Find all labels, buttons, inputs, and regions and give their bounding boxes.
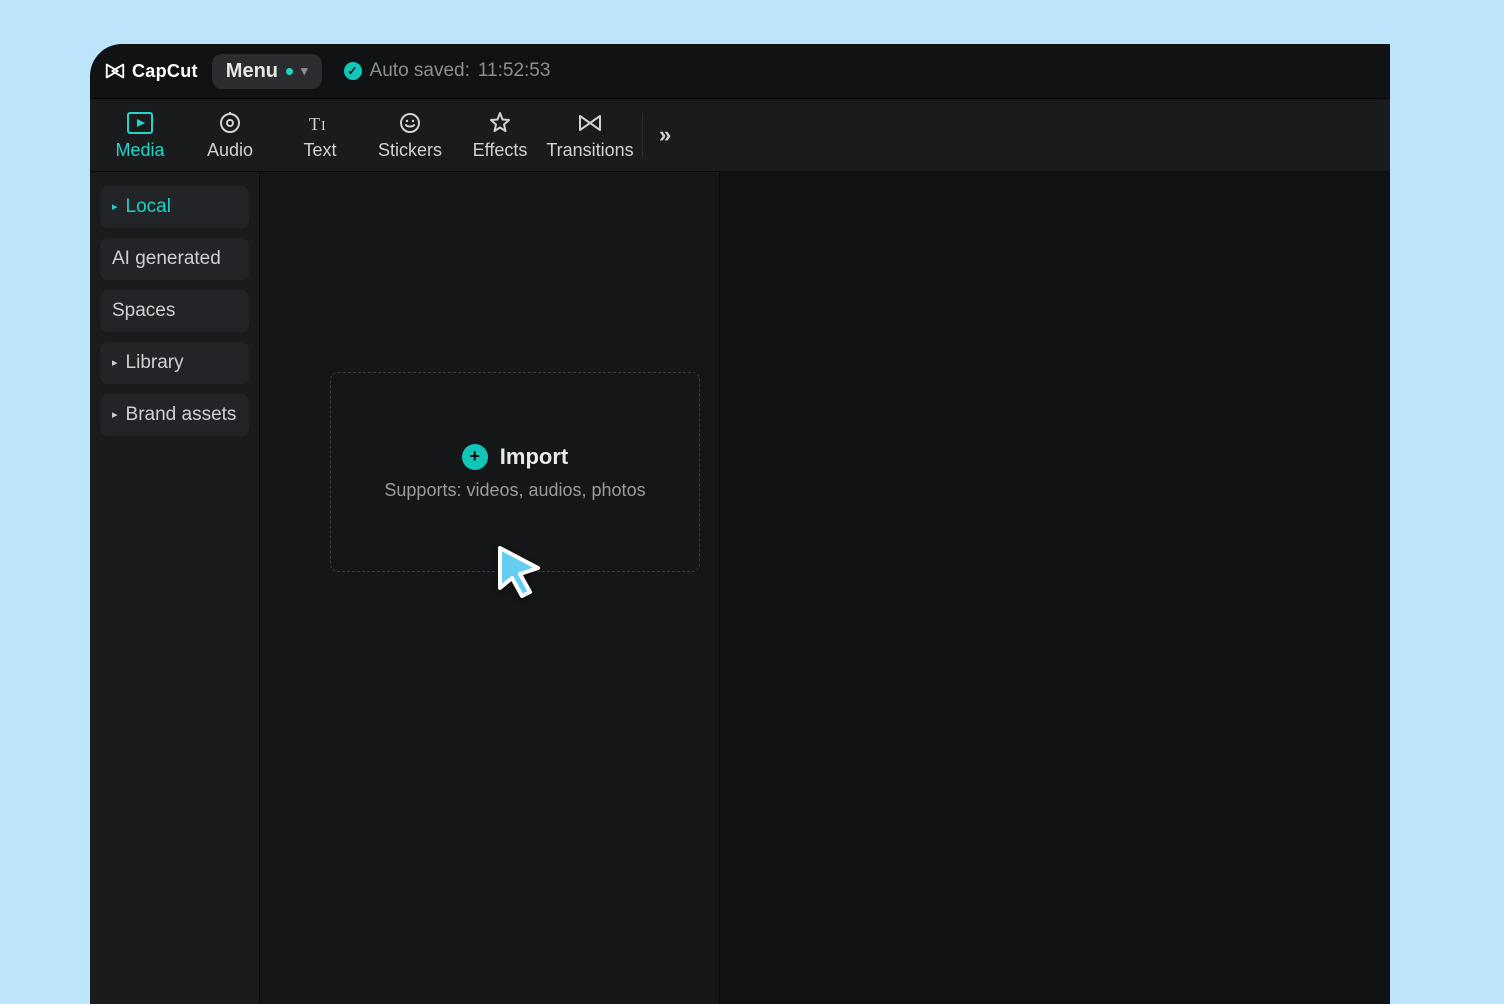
tab-label: Text [303, 140, 336, 161]
plus-icon: + [462, 444, 488, 470]
app-name: CapCut [132, 61, 198, 82]
sidebar-item-ai-generated[interactable]: AI generated [100, 238, 249, 280]
sidebar-item-local[interactable]: ▸ Local [100, 186, 249, 228]
toolbar-separator [642, 113, 643, 157]
caret-right-icon: ▸ [112, 356, 118, 369]
text-icon: TI [306, 110, 334, 136]
menu-button[interactable]: Menu ▾ [212, 54, 322, 89]
tab-label: Effects [473, 140, 528, 161]
tab-media[interactable]: Media [98, 104, 182, 166]
import-subtext: Supports: videos, audios, photos [384, 480, 645, 501]
caret-right-icon: ▸ [112, 200, 118, 213]
effects-icon [486, 110, 514, 136]
toolbar-more-button[interactable]: » [653, 122, 677, 148]
toolbar: Media Audio TI Text Stickers Effects [90, 98, 1390, 172]
svg-text:T: T [309, 114, 320, 134]
menu-label: Menu [226, 60, 278, 83]
tab-transitions[interactable]: Transitions [548, 104, 632, 166]
sidebar-item-label: Spaces [112, 300, 175, 322]
check-icon: ✓ [344, 62, 362, 80]
tab-label: Stickers [378, 140, 442, 161]
svg-text:I: I [321, 119, 326, 134]
media-panel: + Import Supports: videos, audios, photo… [260, 172, 720, 1004]
tab-audio[interactable]: Audio [188, 104, 272, 166]
sidebar-item-label: AI generated [112, 248, 221, 270]
tab-label: Audio [207, 140, 253, 161]
transitions-icon [576, 110, 604, 136]
autosave-status: ✓ Auto saved: 11:52:53 [344, 60, 551, 82]
titlebar: CapCut Menu ▾ ✓ Auto saved: 11:52:53 [90, 44, 1390, 98]
sidebar-item-spaces[interactable]: Spaces [100, 290, 249, 332]
sidebar-item-brand-assets[interactable]: ▸ Brand assets [100, 394, 249, 436]
media-sidebar: ▸ Local AI generated Spaces ▸ Library ▸ … [90, 172, 260, 1004]
import-label: Import [500, 444, 568, 470]
app-logo[interactable]: CapCut [104, 60, 198, 82]
capcut-logo-icon [104, 60, 126, 82]
autosave-time: 11:52:53 [478, 60, 551, 82]
autosave-label: Auto saved: [370, 60, 470, 82]
chevron-double-right-icon: » [659, 122, 671, 147]
sidebar-item-library[interactable]: ▸ Library [100, 342, 249, 384]
audio-icon [216, 110, 244, 136]
tab-text[interactable]: TI Text [278, 104, 362, 166]
tab-label: Transitions [546, 140, 633, 161]
sidebar-item-label: Local [126, 196, 171, 218]
tab-stickers[interactable]: Stickers [368, 104, 452, 166]
caret-right-icon: ▸ [112, 408, 118, 421]
stickers-icon [396, 110, 424, 136]
import-dropzone[interactable]: + Import Supports: videos, audios, photo… [330, 372, 700, 572]
media-icon [126, 110, 154, 136]
menu-status-dot-icon [286, 68, 293, 75]
chevron-down-icon: ▾ [301, 63, 308, 79]
tab-label: Media [115, 140, 164, 161]
sidebar-item-label: Brand assets [126, 404, 237, 426]
editor-window: CapCut Menu ▾ ✓ Auto saved: 11:52:53 Med… [90, 44, 1390, 1004]
sidebar-item-label: Library [126, 352, 184, 374]
tab-effects[interactable]: Effects [458, 104, 542, 166]
